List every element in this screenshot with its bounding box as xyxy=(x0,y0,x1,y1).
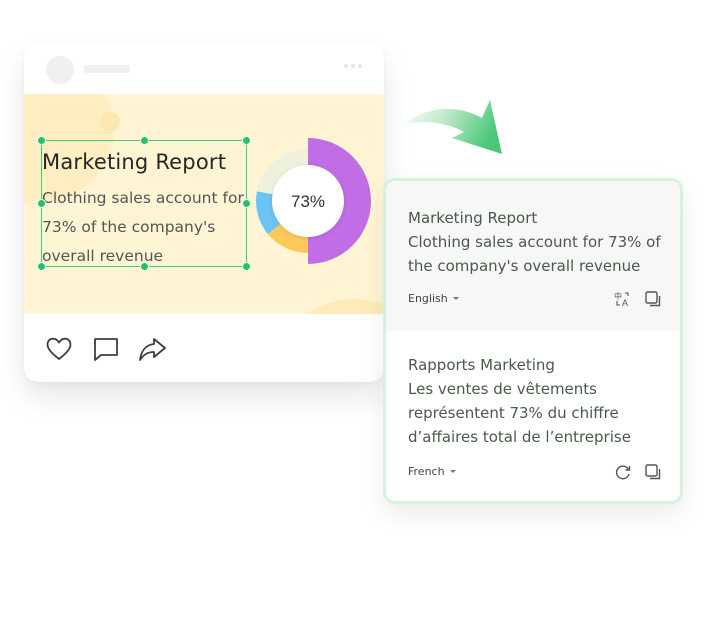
arrow-icon xyxy=(404,100,502,154)
copy-icon[interactable] xyxy=(644,463,662,481)
resize-handle-s[interactable] xyxy=(140,262,149,271)
source-language-label: English xyxy=(408,292,448,305)
username-placeholder xyxy=(84,65,130,73)
chevron-down-icon xyxy=(449,470,456,473)
source-text-section: Marketing Report Clothing sales account … xyxy=(386,181,680,331)
source-text-body: Clothing sales account for 73% of the co… xyxy=(408,233,661,275)
target-language-label: French xyxy=(408,465,445,478)
svg-text:A: A xyxy=(622,298,628,308)
refresh-icon[interactable] xyxy=(614,463,632,481)
comment-icon[interactable] xyxy=(91,334,121,364)
post-image: Marketing Report Clothing sales account … xyxy=(24,94,384,314)
text-selection-box[interactable] xyxy=(37,136,251,271)
social-post-card: Marketing Report Clothing sales account … xyxy=(24,44,384,382)
post-actions xyxy=(24,314,384,382)
resize-handle-w[interactable] xyxy=(37,199,46,208)
donut-center-label: 73% xyxy=(291,192,325,211)
copy-icon[interactable] xyxy=(644,290,662,308)
resize-handle-n[interactable] xyxy=(140,136,149,145)
avatar-placeholder xyxy=(46,56,74,84)
source-text-title: Marketing Report xyxy=(408,209,538,227)
target-text-section: Rapports Marketing Les ventes de vêtemen… xyxy=(386,331,680,501)
decorative-dot xyxy=(100,112,120,132)
donut-chart: 73% xyxy=(256,138,371,264)
source-language-select[interactable]: English xyxy=(408,292,459,305)
resize-handle-nw[interactable] xyxy=(37,136,46,145)
source-text[interactable]: Marketing Report Clothing sales account … xyxy=(408,206,678,278)
target-text-body: Les ventes de vêtements représentent 73%… xyxy=(408,380,631,446)
share-icon[interactable] xyxy=(137,334,167,364)
decorative-blob xyxy=(284,299,384,314)
heart-icon[interactable] xyxy=(44,334,74,364)
target-language-select[interactable]: French xyxy=(408,465,456,478)
translation-panel: Marketing Report Clothing sales account … xyxy=(383,178,683,504)
post-header xyxy=(24,44,384,94)
target-text[interactable]: Rapports Marketing Les ventes de vêtemen… xyxy=(408,353,678,449)
chevron-down-icon xyxy=(452,297,459,300)
target-text-title: Rapports Marketing xyxy=(408,356,555,374)
svg-text:中: 中 xyxy=(614,291,622,301)
resize-handle-sw[interactable] xyxy=(37,262,46,271)
translate-icon[interactable]: 中 A xyxy=(614,290,632,308)
more-options-icon[interactable] xyxy=(344,64,362,68)
